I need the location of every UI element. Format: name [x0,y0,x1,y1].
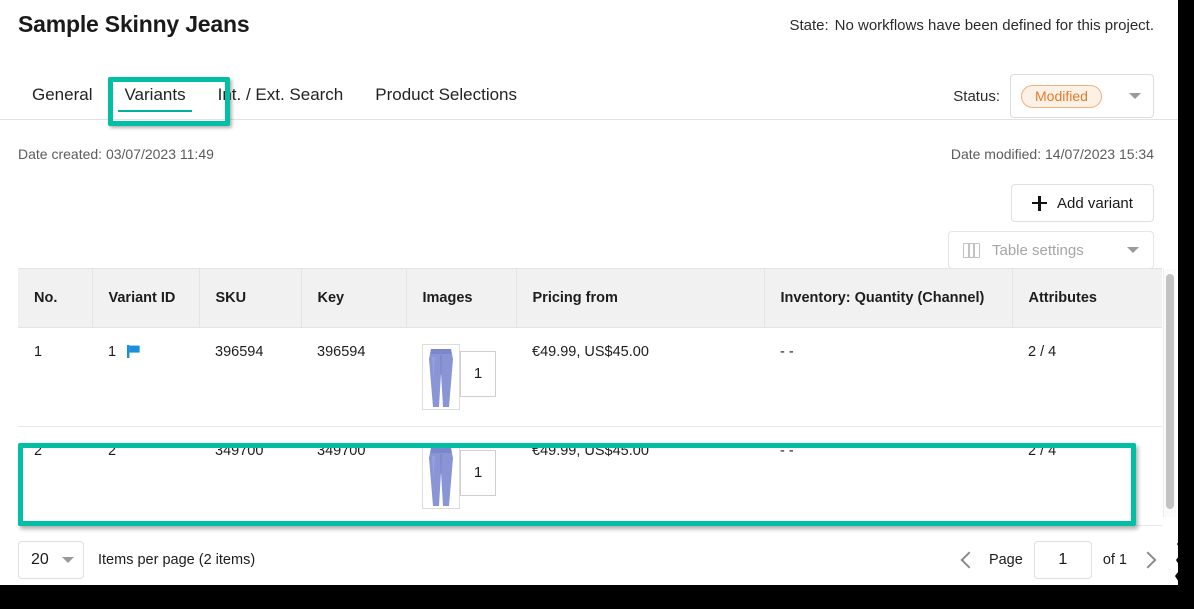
items-per-page-value: 20 [31,551,49,568]
pagination-bar: 20 Items per page (2 items) Page of 1 [0,534,1178,585]
meta-row: Date created: 03/07/2023 11:49 Date modi… [0,146,1178,176]
column-header-inventory-quantity[interactable]: Inventory: Quantity (Channel) [764,269,1013,328]
cell-variant-id: 2 [92,426,199,526]
cell-key: 349700 [301,426,406,526]
page-number-input[interactable] [1033,541,1092,579]
add-variant-button[interactable]: Add variant [1011,184,1154,222]
tab-general[interactable]: General [18,85,108,120]
cell-attributes: 2 / 4 [1012,426,1162,526]
product-detail-page: Sample Skinny Jeans State: No workflows h… [0,0,1178,585]
cell-key: 396594 [301,327,406,427]
column-header-variant-id[interactable]: Variant ID [92,269,200,328]
images-cell: 1 [422,343,500,410]
chevron-down-icon [62,557,74,563]
cell-pricing: €49.99, US$45.00 [516,327,764,427]
flag-icon[interactable] [126,344,141,359]
page-total-label: of 1 [1102,552,1127,568]
variants-table: No. Variant ID SKU Key Images Pricing fr… [18,269,1162,526]
page-header: Sample Skinny Jeans State: No workflows h… [0,0,1178,62]
columns-icon [963,242,980,258]
state-value: No workflows have been defined for this … [834,17,1154,34]
tab-list: General Variants Int. / Ext. Search Prod… [18,62,533,120]
cell-no: 2 [18,426,92,526]
image-count-badge: 1 [460,350,496,397]
tab-int-ext-search[interactable]: Int. / Ext. Search [202,85,360,120]
tab-general-label: General [32,85,93,104]
column-header-pricing-from[interactable]: Pricing from [516,269,765,328]
column-header-attributes[interactable]: Attributes [1012,269,1162,328]
table-body: 1 1 396594 396594 1 €49.99, US$45.00 - -… [18,327,1162,526]
column-header-sku[interactable]: SKU [199,269,302,328]
items-per-page-label: Items per page (2 items) [98,552,256,568]
plus-icon [1032,195,1048,211]
add-variant-label: Add variant [1057,194,1133,212]
date-created: Date created: 03/07/2023 11:49 [18,146,214,162]
status-control: Status: Modified [953,74,1154,118]
cell-variant-id: 1 [92,327,199,427]
table-header-row: No. Variant ID SKU Key Images Pricing fr… [18,269,1162,328]
date-modified: Date modified: 14/07/2023 15:34 [950,146,1154,162]
table-header: No. Variant ID SKU Key Images Pricing fr… [18,269,1162,328]
cell-pricing: €49.99, US$45.00 [516,426,764,526]
table-settings-button[interactable]: Table settings [948,231,1154,269]
items-per-page-control: 20 Items per page (2 items) [18,541,255,579]
table-vertical-scrollbar[interactable] [1163,269,1176,517]
variants-table-container: No. Variant ID SKU Key Images Pricing fr… [18,268,1176,526]
variant-thumbnail[interactable] [422,442,460,509]
cell-inventory: - - [764,327,1012,427]
table-row[interactable]: 2 2 349700 349700 1 €49.99, US$45.00 - -… [18,426,1162,526]
tab-bar: General Variants Int. / Ext. Search Prod… [0,62,1178,120]
items-per-page-select[interactable]: 20 [18,541,84,579]
variant-id-value: 1 [108,343,117,360]
column-header-key[interactable]: Key [301,269,407,328]
table-settings-label: Table settings [992,241,1084,259]
cell-no: 1 [18,327,92,427]
previous-page-icon[interactable] [956,549,978,571]
column-header-images[interactable]: Images [406,269,517,328]
scrollbar-thumb[interactable] [1166,274,1174,509]
tab-variants-label: Variants [124,85,186,104]
page-title: Sample Skinny Jeans [18,11,250,37]
variant-thumbnail[interactable] [422,343,460,410]
next-page-icon[interactable] [1138,549,1160,571]
tab-product-selections-label: Product Selections [375,85,518,104]
cell-images: 1 [406,426,516,526]
action-bar: Add variant Table settings [0,176,1178,269]
images-cell: 1 [422,442,500,509]
column-header-no[interactable]: No. [18,269,93,328]
screenshot-root: Sample Skinny Jeans State: No workflows h… [0,0,1194,609]
status-dropdown[interactable]: Modified [1010,74,1154,118]
cell-sku: 396594 [199,327,301,427]
image-count-badge: 1 [460,449,496,496]
variant-id-with-flag: 1 [108,344,141,360]
status-badge: Modified [1021,84,1102,108]
cell-images: 1 [406,327,516,427]
tab-product-selections[interactable]: Product Selections [359,85,533,120]
chevron-down-icon [1129,93,1141,99]
tab-variants[interactable]: Variants [108,85,201,120]
page-navigator: Page of 1 [956,541,1160,579]
cell-inventory: - - [764,426,1012,526]
status-label: Status: [953,87,1000,105]
chevron-down-icon [1127,247,1139,253]
table-row[interactable]: 1 1 396594 396594 1 €49.99, US$45.00 - -… [18,327,1162,427]
workflow-state: State: No workflows have been defined for… [789,17,1154,34]
state-label: State: [789,17,829,34]
tab-int-ext-search-label: Int. / Ext. Search [217,85,344,104]
cell-attributes: 2 / 4 [1012,327,1162,427]
cell-sku: 349700 [199,426,301,526]
page-label: Page [988,552,1023,568]
